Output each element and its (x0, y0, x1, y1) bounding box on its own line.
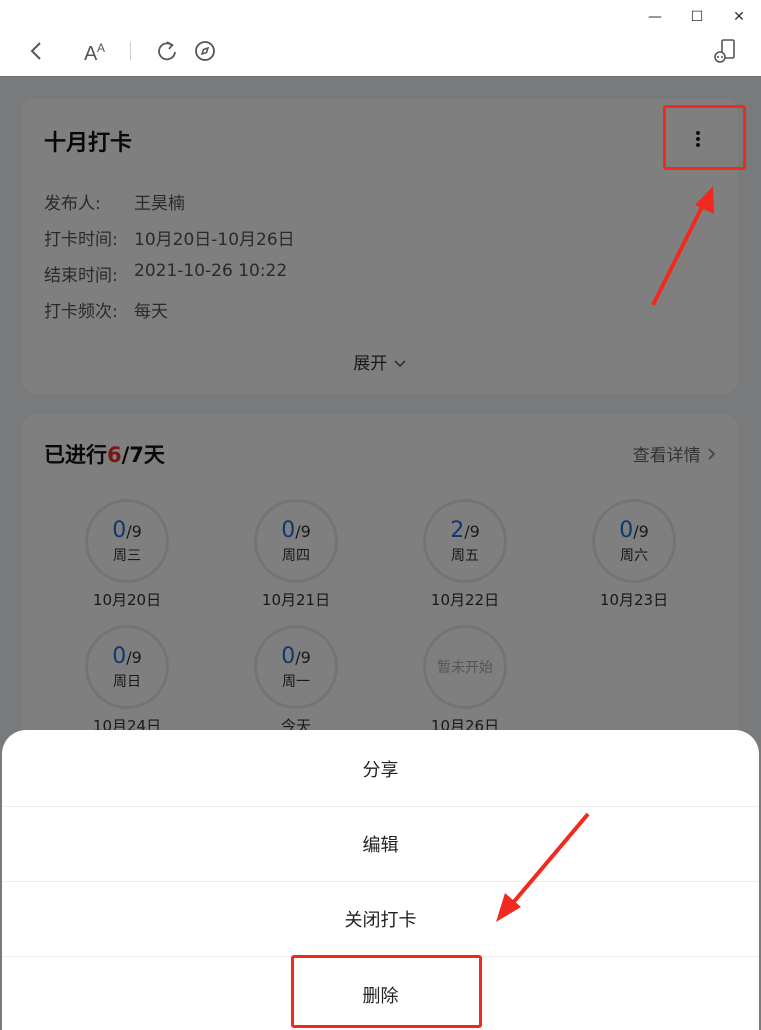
edit-option[interactable]: 编辑 (2, 807, 759, 882)
share-option[interactable]: 分享 (2, 732, 759, 807)
back-icon[interactable] (22, 34, 50, 68)
toolbar-divider (130, 42, 131, 60)
font-size-icon[interactable]: AA (80, 34, 110, 68)
close-button[interactable]: ✕ (727, 6, 751, 28)
svg-text:A: A (84, 43, 98, 62)
svg-text:A: A (97, 41, 105, 55)
compass-icon[interactable] (190, 34, 220, 68)
window-titlebar: — ☐ ✕ (0, 0, 761, 34)
annotation-box-delete (291, 955, 482, 1028)
mini-program-icon[interactable] (710, 34, 740, 68)
maximize-button[interactable]: ☐ (685, 6, 709, 28)
browser-toolbar: AA (0, 34, 761, 76)
refresh-icon[interactable] (152, 34, 182, 68)
minimize-button[interactable]: — (643, 6, 667, 28)
annotation-box-more (663, 105, 746, 170)
close-checkin-option[interactable]: 关闭打卡 (2, 882, 759, 957)
